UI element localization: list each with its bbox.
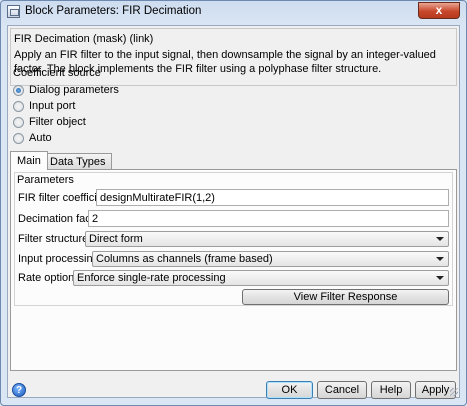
filter-structure-dropdown[interactable]: Direct form bbox=[85, 231, 449, 247]
radio-dialog-parameters[interactable]: Dialog parameters bbox=[13, 83, 119, 97]
radio-button[interactable] bbox=[13, 100, 24, 112]
main-tab-panel: Parameters FIR filter coefficients: Deci… bbox=[10, 169, 457, 371]
radio-button[interactable] bbox=[13, 116, 24, 128]
tab-data-types[interactable]: Data Types bbox=[43, 153, 113, 169]
coefficient-source-label: Coefficient source bbox=[13, 67, 101, 79]
close-button[interactable]: x bbox=[418, 2, 460, 19]
radio-label: Filter object bbox=[29, 116, 86, 128]
fir-coefficients-input[interactable] bbox=[96, 189, 449, 206]
dropdown-value: Columns as channels (frame based) bbox=[96, 253, 273, 265]
parameters-group: Parameters FIR filter coefficients: Deci… bbox=[14, 172, 453, 306]
radio-filter-object[interactable]: Filter object bbox=[13, 115, 86, 129]
filter-structure-label: Filter structure: bbox=[18, 233, 92, 245]
window-title: Block Parameters: FIR Decimation bbox=[25, 5, 202, 17]
input-processing-dropdown[interactable]: Columns as channels (frame based) bbox=[92, 251, 449, 267]
view-filter-response-button[interactable]: View Filter Response bbox=[242, 289, 449, 305]
radio-input-port[interactable]: Input port bbox=[13, 99, 75, 113]
dialog-body: FIR Decimation (mask) (link) Apply an FI… bbox=[7, 25, 460, 399]
ok-button[interactable]: OK bbox=[266, 381, 313, 399]
resize-grip[interactable] bbox=[450, 388, 458, 396]
chevron-down-icon bbox=[436, 276, 444, 280]
radio-label: Dialog parameters bbox=[29, 84, 119, 96]
radio-label: Input port bbox=[29, 100, 76, 112]
chevron-down-icon bbox=[436, 237, 444, 241]
chevron-down-icon bbox=[436, 257, 444, 261]
radio-label: Auto bbox=[29, 132, 52, 144]
rate-options-dropdown[interactable]: Enforce single-rate processing bbox=[73, 270, 449, 286]
decimation-factor-input[interactable] bbox=[88, 210, 449, 227]
dialog-window: Block Parameters: FIR Decimation x FIR D… bbox=[0, 0, 467, 406]
block-parameters-icon bbox=[7, 5, 20, 18]
title-bar[interactable]: Block Parameters: FIR Decimation x bbox=[1, 1, 466, 23]
block-name-label: FIR Decimation (mask) (link) bbox=[14, 33, 154, 45]
dropdown-value: Enforce single-rate processing bbox=[77, 272, 226, 284]
parameters-title: Parameters bbox=[17, 174, 74, 186]
input-processing-label: Input processing: bbox=[18, 253, 102, 265]
dropdown-value: Direct form bbox=[89, 233, 143, 245]
cancel-button[interactable]: Cancel bbox=[317, 381, 367, 399]
help-icon[interactable]: ? bbox=[12, 383, 26, 397]
help-button[interactable]: Help bbox=[371, 381, 411, 399]
radio-auto[interactable]: Auto bbox=[13, 131, 52, 145]
radio-button[interactable] bbox=[13, 132, 24, 144]
radio-button-checked[interactable] bbox=[13, 84, 24, 96]
tab-main[interactable]: Main bbox=[10, 151, 48, 170]
